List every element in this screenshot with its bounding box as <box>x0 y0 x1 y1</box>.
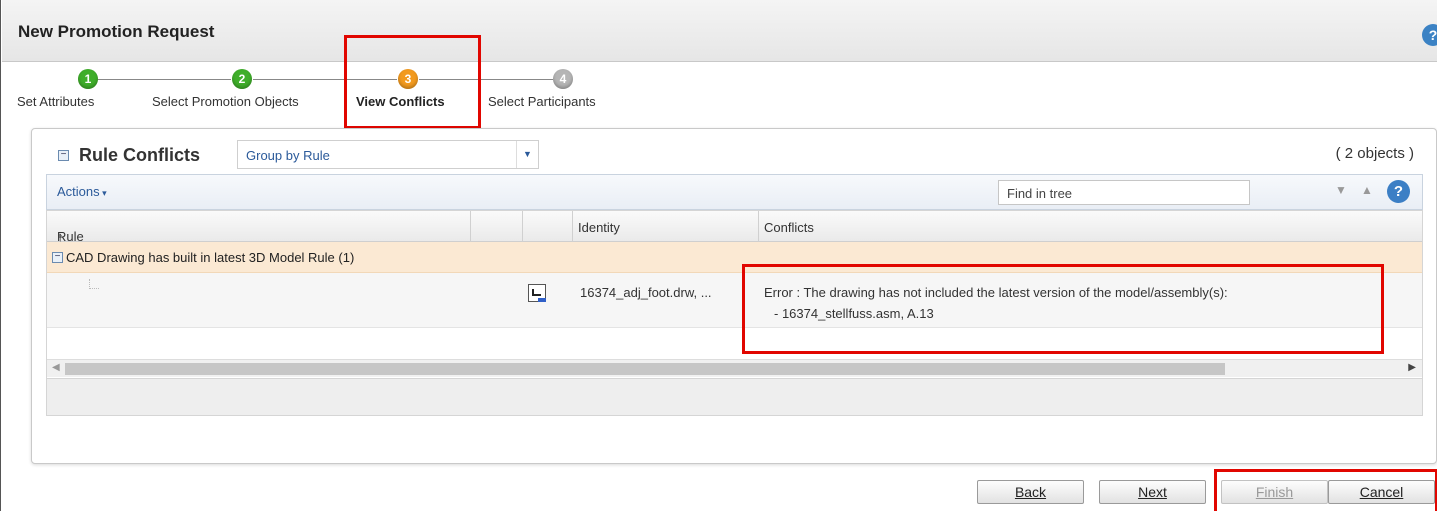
window-title: New Promotion Request <box>18 22 215 41</box>
highlight-finish-cancel <box>1214 469 1437 511</box>
scroll-left-icon[interactable]: ◀ <box>52 362 60 373</box>
object-count: ( 2 objects ) <box>1335 145 1414 162</box>
panel-title: Rule Conflicts <box>79 145 201 165</box>
table-header: Rule Name ↑ Identity Conflicts <box>47 211 1422 259</box>
collapse-icon[interactable]: − <box>58 150 69 161</box>
next-button[interactable]: Next <box>1099 480 1206 504</box>
collapse-group-icon[interactable]: − <box>52 252 63 263</box>
scroll-right-icon[interactable]: ▶ <box>1408 362 1416 373</box>
help-icon[interactable]: ? <box>1422 24 1437 46</box>
title-bar: New Promotion Request ? <box>2 0 1437 62</box>
step-4-icon[interactable]: 4 <box>553 69 573 89</box>
caret-down-icon: ▾ <box>99 188 107 198</box>
col-rule-name[interactable]: Rule Name ↑ <box>47 211 471 259</box>
expand-icon[interactable]: ▲ <box>1361 183 1373 197</box>
panel-header: − Rule Conflicts Group by Rule ▼ ( 2 obj… <box>32 129 1436 173</box>
find-in-tree-input[interactable]: Find in tree <box>998 180 1250 205</box>
horizontal-scrollbar[interactable]: ◀ ▶ <box>47 359 1422 377</box>
step-1-icon[interactable]: 1 <box>78 69 98 89</box>
step-set-attributes[interactable]: Set Attributes <box>17 94 94 109</box>
table-toolbar: Actions ▾ Find in tree ▼ ▲ ? <box>46 174 1423 210</box>
group-by-value: Group by Rule <box>246 148 330 163</box>
col-conflicts[interactable]: Conflicts <box>759 211 1422 242</box>
drawing-icon <box>528 284 546 302</box>
scroll-thumb[interactable] <box>65 363 1225 375</box>
col-conflicts-label: Conflicts <box>764 220 814 235</box>
identity-cell[interactable]: 16374_adj_foot.drw, ... <box>580 285 712 300</box>
wizard-steps: 1 2 3 4 Set Attributes Select Promotion … <box>1 62 1437 122</box>
step-2-icon[interactable]: 2 <box>232 69 252 89</box>
actions-menu[interactable]: Actions ▾ <box>57 184 107 199</box>
step-select-participants[interactable]: Select Participants <box>488 94 596 109</box>
group-row-label: CAD Drawing has built in latest 3D Model… <box>66 250 355 265</box>
back-button[interactable]: Back <box>977 480 1084 504</box>
tree-connector <box>89 279 99 289</box>
step-connector <box>97 79 231 80</box>
actions-label: Actions <box>57 184 100 199</box>
col-identity-label: Identity <box>578 220 620 235</box>
col-blank-1[interactable] <box>471 211 523 242</box>
col-identity[interactable]: Identity <box>573 211 759 242</box>
step-select-promotion-objects[interactable]: Select Promotion Objects <box>152 94 299 109</box>
highlight-view-conflicts <box>344 35 481 129</box>
group-by-select[interactable]: Group by Rule ▼ <box>237 140 539 169</box>
highlight-conflicts <box>742 264 1384 354</box>
chevron-down-icon[interactable]: ▼ <box>516 141 538 168</box>
filter-icon[interactable]: ▼ <box>1335 183 1347 197</box>
col-blank-2[interactable] <box>523 211 573 242</box>
help-icon[interactable]: ? <box>1387 180 1410 203</box>
promotion-request-window: New Promotion Request ? 1 2 3 4 Set Attr… <box>0 0 1437 511</box>
find-placeholder: Find in tree <box>1007 186 1073 201</box>
table-footer <box>47 378 1422 415</box>
